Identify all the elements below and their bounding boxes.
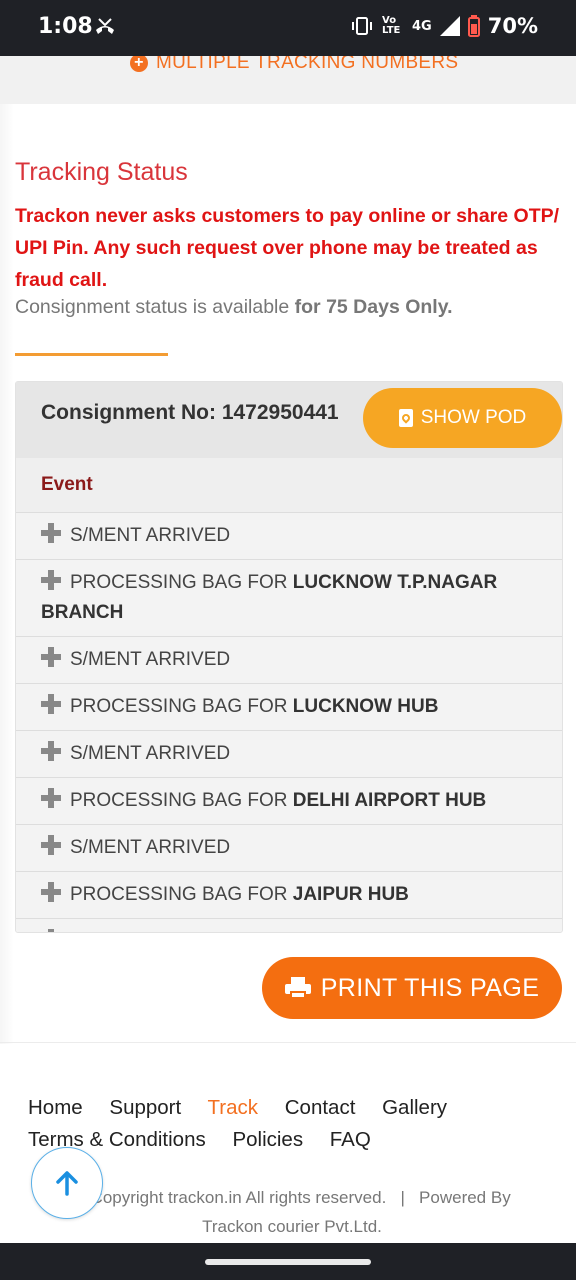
event-text: S/MENT ARRIVED [70, 525, 231, 546]
footer-nav: Home Support Track Contact Gallery Terms… [28, 1092, 558, 1156]
title-divider [15, 353, 168, 356]
event-row[interactable]: S/MENT ARRIVED [16, 825, 562, 872]
event-row[interactable]: S/MENT ARRIVED [16, 731, 562, 778]
event-text: S/MENT ARRIVED [70, 743, 231, 764]
event-text: PROCESSING BAG FOR [70, 696, 293, 717]
print-page-label: PRINT THIS PAGE [320, 973, 540, 1002]
expand-plus-icon[interactable] [41, 741, 61, 761]
tracking-card: Consignment No: 1472950441 SHOW POD Even… [15, 381, 563, 933]
event-text: PROCESSING BAG FOR [70, 572, 293, 593]
event-row[interactable]: PROCESSING BAG FOR LUCKNOW T.P.NAGAR BRA… [16, 560, 562, 637]
footer-link-policies[interactable]: Policies [232, 1128, 303, 1151]
print-page-button[interactable]: PRINT THIS PAGE [262, 957, 562, 1019]
event-header: Event [16, 458, 562, 513]
event-text: PROCESSING BAG FOR [70, 790, 293, 811]
event-row[interactable]: PROCESSING BAG FOR JAIPUR HUB [16, 872, 562, 919]
event-header-label: Event [41, 474, 93, 495]
missed-call-icon [96, 18, 114, 34]
printer-icon [284, 977, 311, 999]
event-row[interactable]: PROCESSING BAG FOR LUCKNOW HUB [16, 684, 562, 731]
copyright-line-2: Trackon courier Pvt.Ltd. [202, 1217, 382, 1236]
arrow-up-icon [56, 1171, 78, 1196]
event-row[interactable]: PROCESSING BAG FOR DELHI AIRPORT HUB [16, 778, 562, 825]
vibrate-icon [352, 17, 373, 35]
status-time: 1:08 [38, 14, 93, 39]
expand-plus-icon[interactable] [41, 929, 61, 932]
expand-plus-icon[interactable] [41, 647, 61, 667]
expand-plus-icon[interactable] [41, 835, 61, 855]
show-pod-label: SHOW POD [420, 407, 527, 428]
footer-link-support[interactable]: Support [109, 1096, 181, 1119]
top-band: + MULTIPLE TRACKING NUMBERS [0, 56, 576, 104]
volte-label: Vo LTE [382, 15, 401, 36]
footer-link-track[interactable]: Track [208, 1096, 259, 1119]
signal-icon [439, 16, 460, 36]
event-text: PROCESSING BAG FOR [70, 884, 293, 905]
footer-link-gallery[interactable]: Gallery [382, 1096, 447, 1119]
plus-circle-icon: + [130, 56, 148, 72]
network-label: 4G [412, 18, 432, 34]
event-text: S/MENT ARRIVED [70, 837, 231, 858]
battery-percent: 70% [487, 14, 538, 38]
availability-note: Consignment status is available for 75 D… [15, 296, 453, 319]
availability-note-bold: for 75 Days Only. [294, 296, 453, 318]
footer-link-faq[interactable]: FAQ [330, 1128, 371, 1151]
status-bar: 1:08 Vo LTE 4G 70% [0, 0, 576, 56]
expand-plus-icon[interactable] [41, 570, 61, 590]
page-title: Tracking Status [15, 158, 188, 186]
card-header: Consignment No: 1472950441 SHOW POD [16, 382, 562, 458]
fraud-warning: Trackon never asks customers to pay onli… [15, 205, 560, 291]
event-text: S/MENT BOOKED [70, 931, 228, 932]
event-location: LUCKNOW HUB [292, 696, 439, 717]
event-location: JAIPUR HUB [292, 884, 409, 905]
consignment-number: Consignment No: 1472950441 [41, 401, 339, 424]
event-row[interactable]: S/MENT BOOKED [16, 919, 562, 932]
copyright-line-1: © Copyright trackon.in All rights reserv… [73, 1188, 511, 1207]
expand-plus-icon[interactable] [41, 523, 61, 543]
scroll-to-top-button[interactable] [31, 1147, 103, 1219]
footer-link-contact[interactable]: Contact [285, 1096, 356, 1119]
battery-icon [467, 15, 480, 37]
system-nav-bar [0, 1243, 576, 1280]
footer-link-home[interactable]: Home [28, 1096, 83, 1119]
pdf-icon [398, 409, 413, 427]
multiple-tracking-label: MULTIPLE TRACKING NUMBERS [156, 56, 459, 73]
event-row[interactable]: S/MENT ARRIVED [16, 513, 562, 560]
multiple-tracking-link[interactable]: + MULTIPLE TRACKING NUMBERS [130, 56, 458, 74]
expand-plus-icon[interactable] [41, 788, 61, 808]
event-row[interactable]: S/MENT ARRIVED [16, 637, 562, 684]
page-edge-shadow [0, 104, 14, 1044]
show-pod-button[interactable]: SHOW POD [363, 388, 562, 448]
event-text: S/MENT ARRIVED [70, 649, 231, 670]
home-gesture-pill[interactable] [205, 1259, 371, 1265]
footer-link-terms[interactable]: Terms & Conditions [28, 1128, 206, 1151]
expand-plus-icon[interactable] [41, 694, 61, 714]
event-location: DELHI AIRPORT HUB [292, 790, 487, 811]
availability-note-text: Consignment status is available [15, 296, 290, 318]
expand-plus-icon[interactable] [41, 882, 61, 902]
footer-divider [0, 1042, 576, 1043]
copyright: © Copyright trackon.in All rights reserv… [22, 1183, 562, 1241]
status-right: Vo LTE 4G 70% [350, 14, 538, 38]
event-list: S/MENT ARRIVED PROCESSING BAG FOR LUCKNOW… [16, 513, 562, 932]
